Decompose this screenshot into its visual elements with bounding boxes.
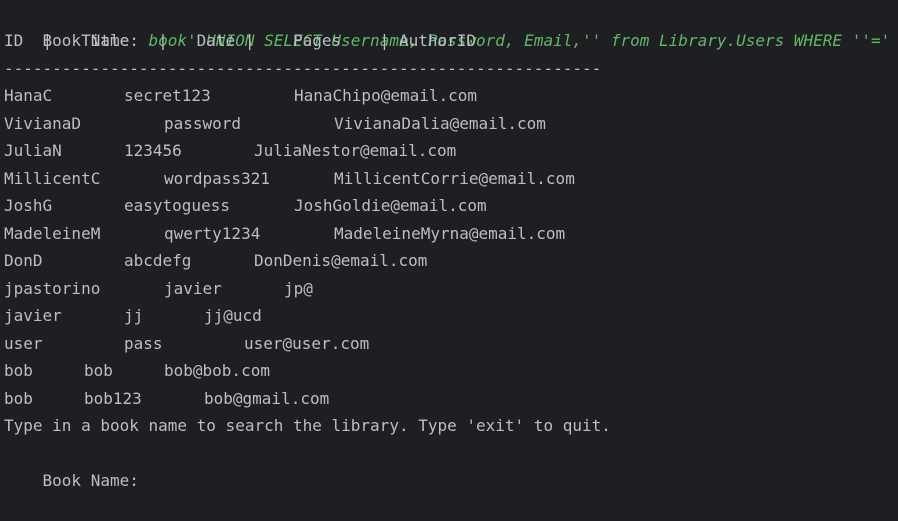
password-cell: easytoguess <box>124 196 230 215</box>
password-cell: password <box>164 114 242 133</box>
result-row: JuliaN 123456 JuliaNestor@email.com <box>4 137 884 164</box>
result-row: MillicentC wordpass321 MillicentCorrie@e… <box>4 165 884 192</box>
result-row: bob bob bob@bob.com <box>4 357 884 384</box>
password-cell: pass <box>124 334 163 353</box>
input-prompt-line[interactable]: Book Name: <box>4 440 148 490</box>
email-cell: VivianaDalia@email.com <box>334 114 546 133</box>
username-cell: javier <box>4 306 62 325</box>
terminal-output[interactable]: Book Name: book' UNION SELECT Username, … <box>0 0 898 490</box>
result-row: user pass user@user.com <box>4 330 884 357</box>
result-row: JoshG easytoguess JoshGoldie@email.com <box>4 192 884 219</box>
result-row: DonD abcdefg DonDenis@email.com <box>4 247 884 274</box>
result-row: VivianaD password VivianaDalia@email.com <box>4 110 884 137</box>
email-cell: bob@bob.com <box>164 361 270 380</box>
email-cell: jp@ <box>284 279 313 298</box>
username-cell: bob <box>4 389 33 408</box>
username-cell: DonD <box>4 251 43 270</box>
input-cursor[interactable] <box>139 473 148 490</box>
email-cell: JuliaNestor@email.com <box>254 141 457 160</box>
password-cell: wordpass321 <box>164 169 270 188</box>
email-cell: JoshGoldie@email.com <box>294 196 487 215</box>
password-cell: 123456 <box>124 141 182 160</box>
username-cell: VivianaD <box>4 114 82 133</box>
username-cell: JuliaN <box>4 141 62 160</box>
username-cell: JoshG <box>4 196 53 215</box>
password-cell: jj <box>124 306 144 325</box>
username-cell: user <box>4 334 43 353</box>
username-cell: bob <box>4 361 33 380</box>
password-cell: qwerty1234 <box>164 224 261 243</box>
email-cell: jj@ucd <box>204 306 262 325</box>
username-cell: MillicentC <box>4 169 101 188</box>
email-cell: user@user.com <box>244 334 370 353</box>
email-cell: HanaChipo@email.com <box>294 86 478 105</box>
result-row: jpastorino javier jp@ <box>4 275 884 302</box>
query-line: Book Name: book' UNION SELECT Username, … <box>4 0 891 50</box>
result-row: HanaC secret123 HanaChipo@email.com <box>4 82 884 109</box>
email-cell: MadeleineMyrna@email.com <box>334 224 566 243</box>
instruction-text: Type in a book name to search the librar… <box>4 416 611 435</box>
username-cell: HanaC <box>4 86 53 105</box>
password-cell: secret123 <box>124 86 211 105</box>
email-cell: bob@gmail.com <box>204 389 330 408</box>
password-cell: bob123 <box>84 389 142 408</box>
password-cell: javier <box>164 279 222 298</box>
username-cell: MadeleineM <box>4 224 101 243</box>
password-cell: bob <box>84 361 113 380</box>
table-header: ID | Title | Date | Pages | AuthorID <box>4 31 477 50</box>
book-name-prompt: Book Name: <box>42 471 139 490</box>
email-cell: MillicentCorrie@email.com <box>334 169 575 188</box>
result-row: bob bob123 bob@gmail.com <box>4 385 884 412</box>
username-cell: jpastorino <box>4 279 101 298</box>
result-row: javier jj jj@ucd <box>4 302 884 329</box>
password-cell: abcdefg <box>124 251 192 270</box>
table-separator: ----------------------------------------… <box>4 59 602 78</box>
email-cell: DonDenis@email.com <box>254 251 428 270</box>
result-row: MadeleineM qwerty1234 MadeleineMyrna@ema… <box>4 220 884 247</box>
